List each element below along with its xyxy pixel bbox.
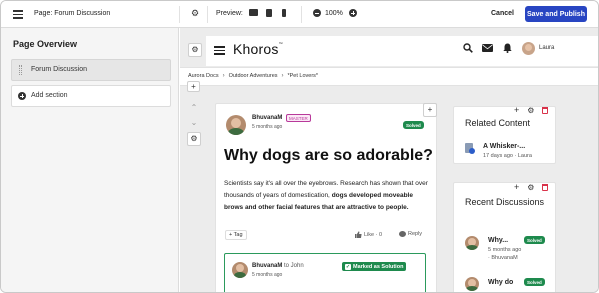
accepted-solution-reply: BhuvanaM to John 5 months ago ✓ Marked a…	[224, 253, 426, 292]
mobile-icon[interactable]	[282, 9, 286, 17]
plus-icon: +	[427, 105, 433, 114]
like-button[interactable]: Like · 0	[355, 231, 382, 238]
move-up-icon[interactable]: ⌃	[187, 101, 201, 115]
app-window: Page: Forum Discussion ⚙ Preview: 100% C…	[0, 0, 599, 293]
chevron-right-icon: ›	[281, 73, 284, 79]
avatar[interactable]	[465, 236, 479, 250]
status-badge: Solved	[524, 278, 545, 286]
search-icon[interactable]	[463, 43, 473, 53]
related-content-widget: + ⚙ Related Content A Whisker-... 17 day…	[453, 106, 556, 164]
reply-author-line: BhuvanaM to John	[252, 263, 304, 269]
desktop-icon[interactable]	[249, 9, 258, 16]
tablet-icon[interactable]	[266, 9, 272, 17]
add-section-label: Add section	[31, 92, 68, 99]
add-row-button[interactable]: +	[187, 81, 200, 92]
user-name[interactable]: Laura	[539, 45, 554, 51]
bell-icon[interactable]	[503, 43, 512, 53]
zoom-in-icon[interactable]	[349, 9, 357, 17]
reply-button[interactable]: Reply	[399, 231, 422, 237]
gear-icon: ⚙	[191, 45, 199, 54]
plus-icon[interactable]: +	[514, 106, 519, 115]
preview-label: Preview:	[216, 10, 243, 17]
status-badge: Solved	[524, 236, 545, 244]
page-canvas: ⚙ Khoros™ Laura Aurora Docs › Outdoor Ad…	[180, 28, 598, 292]
plus-icon: +	[191, 81, 196, 91]
add-tag-button[interactable]: + Tag	[225, 230, 247, 240]
comment-icon	[399, 231, 406, 237]
section-item-forum-discussion[interactable]: Forum Discussion	[11, 59, 171, 81]
breadcrumb-item[interactable]: Aurora Docs	[188, 73, 219, 79]
section-item-label: Forum Discussion	[31, 66, 88, 73]
save-and-publish-button[interactable]: Save and Publish	[525, 6, 587, 22]
plus-icon[interactable]: +	[514, 183, 519, 192]
widget-title: Recent Discussions	[465, 197, 545, 207]
discussion-time: 5 months ago	[488, 247, 522, 253]
reply-author[interactable]: BhuvanaM	[252, 263, 282, 269]
toolbar-divider	[179, 6, 180, 23]
solution-badge-label: Marked as Solution	[353, 263, 404, 270]
plus-circle-icon	[18, 92, 26, 100]
mail-icon[interactable]	[482, 44, 493, 52]
page-overview-panel: Page Overview Forum Discussion Add secti…	[1, 28, 179, 292]
gear-icon: ⚙	[190, 134, 198, 143]
avatar[interactable]	[226, 115, 246, 135]
chevron-right-icon: ›	[222, 73, 225, 79]
discussion-author: · BhuvanaM	[488, 255, 518, 261]
tag-label: Tag	[233, 232, 243, 238]
breadcrumb-item[interactable]: Outdoor Adventures	[229, 73, 278, 79]
page-label: Page: Forum Discussion	[34, 10, 111, 17]
breadcrumb: Aurora Docs › Outdoor Adventures › *Pet …	[180, 67, 598, 86]
site-logo[interactable]: Khoros™	[233, 41, 283, 57]
logo-text: Khoros	[233, 41, 279, 57]
widget-toolbar: + ⚙	[514, 183, 549, 192]
widget-toolbar: + ⚙	[514, 106, 549, 115]
avatar[interactable]	[232, 262, 248, 278]
recent-discussions-widget: + ⚙ Recent Discussions Why... Solved 5 m…	[453, 182, 556, 292]
status-badge: Solved	[403, 121, 424, 129]
toolbar-divider	[301, 6, 302, 23]
zoom-level: 100%	[325, 10, 343, 17]
avatar[interactable]	[522, 42, 535, 55]
rank-badge: MASTER	[286, 114, 311, 122]
reply-recipient: to John	[284, 263, 304, 269]
solution-badge: ✓ Marked as Solution	[342, 262, 407, 271]
add-widget-button[interactable]: +	[423, 103, 437, 117]
widget-title: Related Content	[465, 118, 531, 128]
trash-icon[interactable]	[542, 107, 549, 114]
move-down-icon[interactable]: ⌄	[187, 116, 201, 130]
discussion-title[interactable]: Why do	[488, 279, 513, 286]
gear-icon[interactable]: ⚙	[191, 9, 199, 18]
discussion-title[interactable]: Why...	[488, 237, 508, 244]
row-settings-button[interactable]: ⚙	[187, 132, 201, 146]
menu-icon[interactable]	[13, 10, 23, 19]
document-icon	[465, 143, 475, 154]
trash-icon[interactable]	[542, 184, 549, 191]
header-settings-button[interactable]: ⚙	[188, 43, 202, 57]
post-body: Scientists say it's all over the eyebrow…	[224, 178, 428, 214]
cancel-button[interactable]: Cancel	[491, 10, 514, 17]
gear-icon[interactable]: ⚙	[527, 106, 534, 115]
like-label: Like · 0	[364, 231, 383, 238]
checkmark-icon: ✓	[345, 263, 351, 270]
avatar[interactable]	[465, 277, 479, 291]
zoom-out-icon[interactable]	[313, 9, 321, 17]
add-section-button[interactable]: Add section	[11, 85, 171, 107]
reply-timestamp: 5 months ago	[252, 272, 283, 278]
post-title: Why dogs are so adorable?	[224, 147, 433, 164]
drag-handle-icon[interactable]	[19, 65, 22, 75]
site-menu-icon[interactable]	[214, 46, 225, 55]
reply-label: Reply	[408, 231, 423, 237]
toolbar-divider	[207, 6, 208, 23]
panel-title: Page Overview	[13, 39, 78, 49]
related-item-meta: 17 days ago · Laura	[483, 153, 532, 159]
top-toolbar: Page: Forum Discussion ⚙ Preview: 100% C…	[1, 1, 598, 28]
breadcrumb-item[interactable]: *Pet Lovers*	[288, 73, 319, 79]
forum-post-card: + BhuvanaM MASTER 5 months ago Solved Wh…	[215, 103, 437, 292]
post-timestamp: 5 months ago	[252, 124, 283, 130]
thumbs-up-icon	[355, 231, 362, 238]
related-item-title[interactable]: A Whisker-...	[483, 143, 525, 150]
post-author[interactable]: BhuvanaM	[252, 115, 282, 121]
gear-icon[interactable]: ⚙	[527, 183, 534, 192]
